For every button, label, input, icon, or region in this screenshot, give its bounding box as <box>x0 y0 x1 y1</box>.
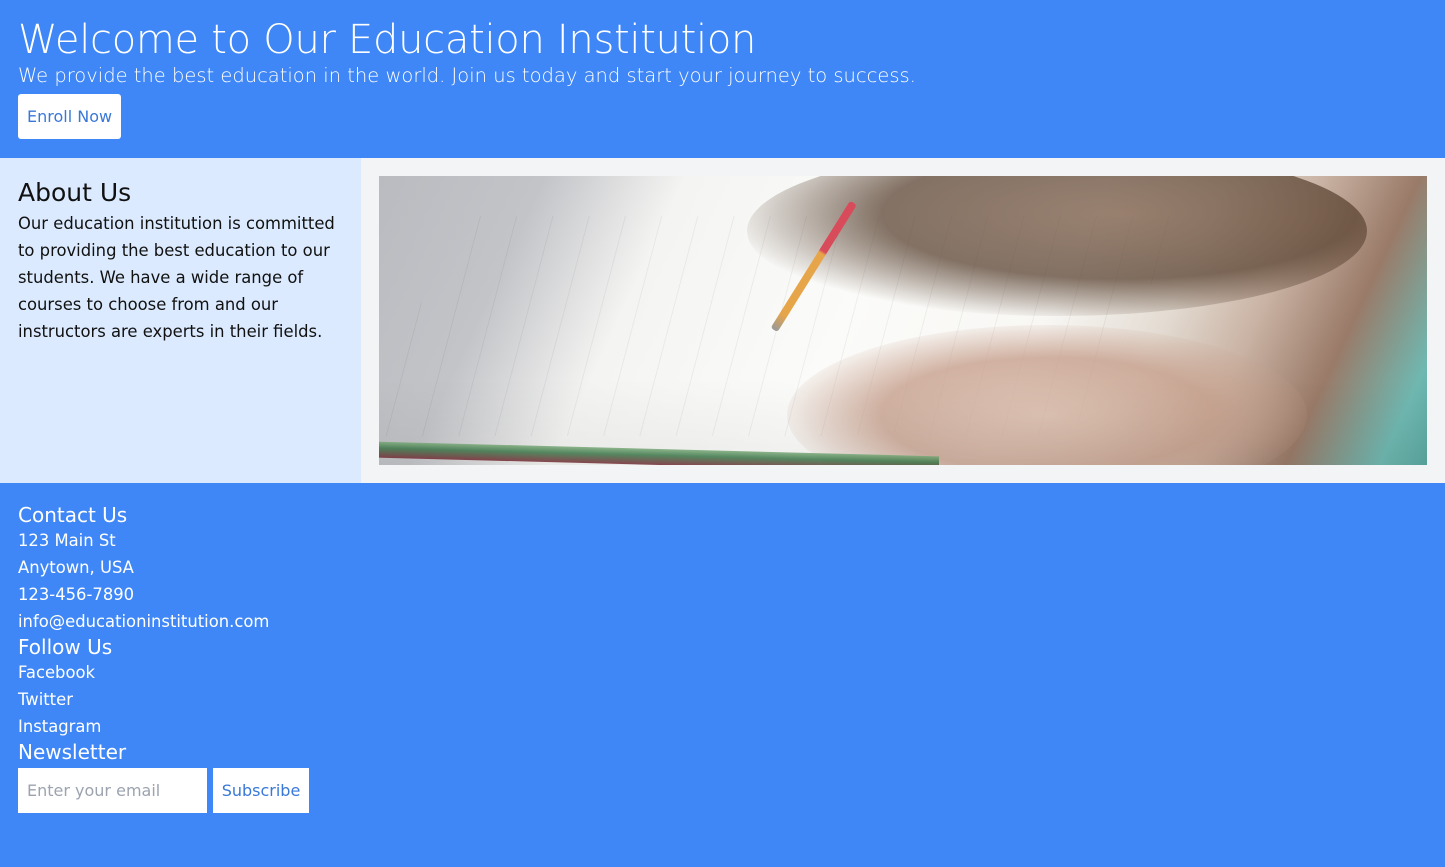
email-input[interactable] <box>18 768 207 813</box>
contact-address-street: 123 Main St <box>18 531 116 550</box>
about-panel: About Us Our education institution is co… <box>0 158 361 483</box>
instagram-link[interactable]: Instagram <box>18 713 1427 740</box>
newsletter-form: Subscribe <box>18 768 1427 813</box>
facebook-link[interactable]: Facebook <box>18 659 1427 686</box>
hero-header: Welcome to Our Education Institution We … <box>0 0 1445 158</box>
hero-tagline: We provide the best education in the wor… <box>18 64 916 87</box>
enroll-now-button[interactable]: Enroll Now <box>18 94 122 139</box>
about-heading: About Us <box>18 178 132 207</box>
media-panel <box>361 158 1445 483</box>
contact-phone: 123-456-7890 <box>18 585 135 604</box>
newsletter-section: Newsletter Subscribe <box>18 740 1427 813</box>
page-title: Welcome to Our Education Institution <box>18 17 757 63</box>
about-text: Our education institution is committed t… <box>18 214 335 341</box>
contact-address-city: Anytown, USA <box>18 558 134 577</box>
twitter-link[interactable]: Twitter <box>18 686 1427 713</box>
newsletter-heading: Newsletter <box>18 740 127 764</box>
hero-image <box>379 176 1427 465</box>
follow-heading: Follow Us <box>18 635 113 659</box>
contact-heading: Contact Us <box>18 503 128 527</box>
contact-email: info@educationinstitution.com <box>18 612 270 631</box>
footer: Contact Us 123 Main St Anytown, USA 123-… <box>0 483 1445 867</box>
main-section: About Us Our education institution is co… <box>0 158 1445 483</box>
image-shade <box>379 176 1427 465</box>
follow-section: Follow Us Facebook Twitter Instagram <box>18 635 1427 740</box>
subscribe-button[interactable]: Subscribe <box>213 768 309 813</box>
contact-section: Contact Us 123 Main St Anytown, USA 123-… <box>18 503 1427 635</box>
